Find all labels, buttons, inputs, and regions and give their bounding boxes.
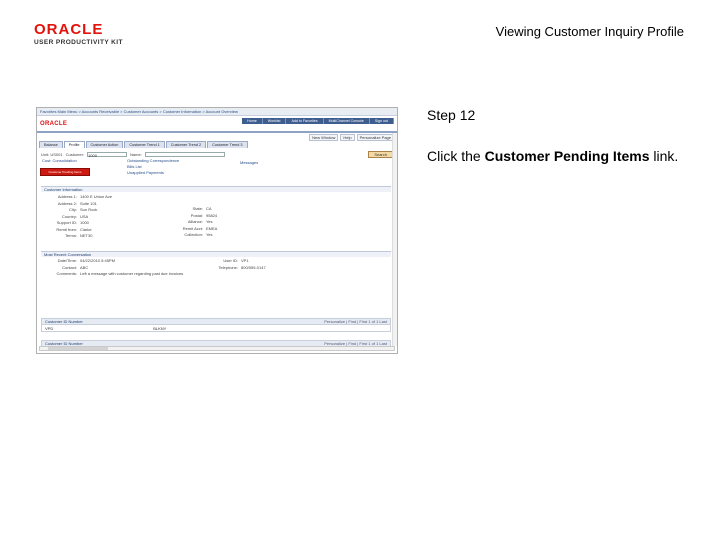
vertical-scrollbar[interactable] <box>392 133 397 346</box>
customer-grid-1: Customer ID Number Personalize | Find | F… <box>41 318 391 332</box>
kv-row: Terms: NET30 <box>65 233 93 238</box>
customer-pending-items-link[interactable]: Customer Pending Items <box>40 168 90 176</box>
tab-balance[interactable]: Balance <box>39 141 63 148</box>
unit-label: Unit: US001 <box>41 151 63 157</box>
nav-add-favorites[interactable]: Add to Favorites <box>286 118 324 124</box>
new-window-link[interactable]: New Window <box>309 134 339 141</box>
page-title: Viewing Customer Inquiry Profile <box>495 24 684 39</box>
search-row: Unit: US001 Customer: 1000 Name: Search <box>41 150 393 158</box>
grid-title: Customer ID Number <box>45 319 83 324</box>
application-screenshot: Favorites Main Menu > Accounts Receivabl… <box>36 107 398 354</box>
kv-row: Comments: Left a message with customer re… <box>56 271 184 276</box>
logo-subtitle: USER PRODUCTIVITY KIT <box>34 39 123 46</box>
oracle-upk-logo: ORACLE USER PRODUCTIVITY KIT <box>34 21 124 47</box>
instruction-suffix: link. <box>649 148 679 164</box>
page-links: New Window Help Personalize Page <box>309 134 394 141</box>
unit-link[interactable]: Cust: Consolidation <box>42 158 77 164</box>
nav-sign-out[interactable]: Sign out <box>369 118 394 124</box>
nav-worklist[interactable]: Worklist <box>262 118 287 124</box>
customer-field[interactable]: 1000 <box>87 151 128 158</box>
personalize-link[interactable]: Personalize Page <box>356 134 394 141</box>
section-recent-conversation: Most Recent Conversation <box>41 251 391 257</box>
scroll-thumb[interactable] <box>48 347 108 350</box>
kv-row: Collection: Yes <box>184 232 213 237</box>
nav-multichannel[interactable]: MultiChannel Console <box>323 118 370 124</box>
page-tabs: Balance Profile Customer Action Customer… <box>39 141 249 148</box>
instruction-target: Customer Pending Items <box>484 148 650 164</box>
name-label: Name: <box>130 151 142 157</box>
grid-cell: VPD <box>45 326 54 331</box>
messages-link[interactable]: Messages <box>240 160 258 165</box>
left-links: Cust: Consolidation <box>42 158 77 164</box>
logo-word: ORACLE <box>34 21 104 38</box>
name-field[interactable] <box>144 151 225 157</box>
tab-customer-trend-2[interactable]: Customer Trend 2 <box>165 141 207 148</box>
app-header: ORACLE Home Worklist Add to Favorites Mu… <box>37 116 397 133</box>
table-row: VPD BLKNY <box>42 325 390 332</box>
instruction-text: Click the Customer Pending Items link. <box>427 148 678 164</box>
top-nav: Home Worklist Add to Favorites MultiChan… <box>242 118 394 124</box>
help-link[interactable]: Help <box>340 134 355 141</box>
step-label: Step 12 <box>427 107 476 123</box>
tab-customer-trend-1[interactable]: Customer Trend 1 <box>124 141 165 148</box>
tab-customer-action[interactable]: Customer Action <box>85 141 124 148</box>
middle-links: Outstanding Correspondence Bills List Un… <box>127 158 179 176</box>
tab-customer-trend-3[interactable]: Customer Trend 3 <box>207 141 248 148</box>
search-button[interactable]: Search <box>368 150 393 158</box>
section-customer-info: Customer Information <box>41 186 391 192</box>
customer-info-left: Address 1: 1400 E Union Ave Address 2: Sui… <box>41 194 112 240</box>
conversation-fields: Date/Time: 04/22/2010 5:45PM Contact: ABC … <box>41 258 184 278</box>
nav-home[interactable]: Home <box>242 118 263 124</box>
customer-info-right: State: CA Postal: 95824 Alliance: Yes Remit… <box>167 206 218 239</box>
unapplied-payments-link[interactable]: Unapplied Payments <box>127 170 179 176</box>
customer-label: Customer: <box>65 151 85 157</box>
breadcrumb[interactable]: Favorites Main Menu > Accounts Receivabl… <box>37 108 397 116</box>
app-logo: ORACLE <box>40 121 68 127</box>
grid-nav[interactable]: Personalize | Find | First 1 of 1 Last <box>324 319 387 324</box>
grid-cell: BLKNY <box>153 326 167 331</box>
instruction-prefix: Click the <box>427 148 485 164</box>
conversation-fields-right: User ID: VP1 Telephone: 800/555-0147 <box>202 258 266 271</box>
kv-row: Telephone: 800/555-0147 <box>218 264 266 270</box>
tab-profile[interactable]: Profile <box>63 141 85 148</box>
horizontal-scrollbar[interactable] <box>39 346 395 351</box>
